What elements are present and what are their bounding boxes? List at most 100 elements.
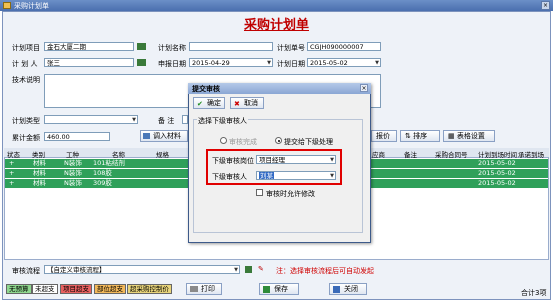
- table-settings-button[interactable]: ▦ 表格设置: [443, 130, 495, 142]
- allow-modify-checkbox[interactable]: [256, 189, 263, 196]
- dialog-close-icon[interactable]: ×: [360, 84, 368, 92]
- planner-field[interactable]: 张三: [44, 58, 134, 67]
- tech-label: 技术说明: [12, 76, 40, 84]
- row-category: 材料: [33, 179, 46, 187]
- close-button[interactable]: 关闭: [329, 283, 367, 295]
- row-trade: N装饰: [64, 159, 82, 167]
- legend-project-over: 项目超支: [60, 284, 92, 294]
- import-icon: [143, 133, 150, 139]
- approval-label: 审核流程: [12, 267, 40, 275]
- allow-modify-label: 审核时允许修改: [266, 190, 315, 198]
- radio-done-label: 审核完成: [229, 138, 257, 146]
- row-category: 材料: [33, 169, 46, 177]
- cancel-button[interactable]: ✖ 取消: [230, 97, 264, 109]
- plandate-label: 计划日期: [277, 60, 305, 68]
- col-name[interactable]: 名称: [112, 149, 125, 159]
- approval-select[interactable]: 【自定义审核流程】: [44, 265, 240, 274]
- confirm-label: 确定: [207, 99, 221, 107]
- planname-label: 计划名称: [158, 44, 186, 52]
- import-material-button[interactable]: 调入材料: [140, 130, 188, 142]
- plantype-label: 计划类型: [12, 117, 40, 125]
- planner-label: 计 划 人: [12, 60, 38, 68]
- legend-no-budget: 无预算: [6, 284, 32, 294]
- window-titlebar: 采购计划单: [0, 0, 553, 11]
- project-label: 计划项目: [12, 44, 40, 52]
- plandate-field[interactable]: 2015-05-02: [307, 58, 381, 67]
- planno-field[interactable]: CGJH090000007: [307, 42, 381, 51]
- select-planner-icon[interactable]: [137, 59, 146, 66]
- import-label: 调入材料: [153, 132, 181, 140]
- row-date: 2015-05-02: [478, 169, 516, 177]
- cross-icon: ✖: [234, 100, 240, 108]
- plantype-select[interactable]: [44, 115, 138, 124]
- expand-icon[interactable]: +: [9, 159, 14, 168]
- col-status[interactable]: 状态: [7, 149, 20, 159]
- row-name: 309胶: [93, 179, 112, 187]
- grid-icon: ▦: [448, 132, 455, 140]
- select-project-icon[interactable]: [137, 43, 146, 50]
- col-plan-date[interactable]: 计划到场时间: [478, 149, 517, 159]
- exit-icon: [333, 286, 340, 293]
- radio-next[interactable]: [275, 137, 282, 144]
- total-value: 460.00: [44, 132, 110, 141]
- post-select[interactable]: 项目经理: [256, 155, 336, 164]
- confirm-button[interactable]: ✔ 确定: [193, 97, 225, 109]
- row-trade: N装饰: [64, 179, 82, 187]
- user-selected-value: 刘某: [259, 172, 274, 180]
- legend-part-over: 部位超支: [94, 284, 126, 294]
- app-icon: [3, 2, 11, 9]
- project-field[interactable]: 金石大厦二期: [44, 42, 134, 51]
- radio-done[interactable]: [220, 137, 227, 144]
- row-date: 2015-05-02: [478, 179, 516, 187]
- close-label: 关闭: [344, 285, 358, 293]
- approval-edit-icon[interactable]: [245, 266, 252, 273]
- cancel-label: 取消: [244, 99, 258, 107]
- legend-not-over: 未超支: [32, 284, 58, 294]
- row-name: 101粘结剂: [93, 159, 125, 167]
- user-select[interactable]: 刘某: [256, 171, 336, 180]
- sort-icon: ⇅: [405, 132, 411, 140]
- close-icon[interactable]: ×: [541, 1, 550, 10]
- expand-icon[interactable]: +: [9, 169, 14, 178]
- window-title: 采购计划单: [14, 2, 49, 10]
- dialog-title: 提交审核: [192, 85, 220, 93]
- col-supplier[interactable]: 应商: [372, 149, 385, 159]
- approval-clear-icon[interactable]: ✎: [258, 265, 264, 273]
- row-category: 材料: [33, 159, 46, 167]
- quote-label: 报价: [376, 132, 390, 140]
- check-icon: ✔: [197, 100, 203, 108]
- total-label: 累计金额: [12, 134, 40, 142]
- col-category[interactable]: 类别: [32, 149, 45, 159]
- planno-label: 计划单号: [277, 44, 305, 52]
- print-button[interactable]: 打印: [186, 283, 222, 295]
- approval-note: 注：选择审核流程后可自动发起: [276, 267, 374, 275]
- approver-group-label: 选择下级审核人: [197, 116, 248, 126]
- applydate-field[interactable]: 2015-04-29: [189, 58, 273, 67]
- user-label: 下级审核人: [212, 173, 247, 181]
- quote-button[interactable]: 报价: [371, 130, 397, 142]
- col-contract[interactable]: 采购合同号: [435, 149, 468, 159]
- post-label: 下级审核岗位: [212, 157, 254, 165]
- row-trade: N装饰: [64, 169, 82, 177]
- expand-icon[interactable]: +: [9, 179, 14, 188]
- sort-label: 排序: [413, 132, 428, 140]
- radio-next-label: 提交给下级处理: [284, 138, 333, 146]
- printer-icon: [190, 286, 198, 292]
- remark-label: 备 注: [158, 117, 175, 125]
- print-label: 打印: [201, 285, 215, 293]
- col-remark[interactable]: 备注: [404, 149, 417, 159]
- col-spec[interactable]: 规格: [156, 149, 169, 159]
- row-date: 2015-05-02: [478, 159, 516, 167]
- table-settings-label: 表格设置: [456, 132, 485, 140]
- form-title: 采购计划单: [243, 18, 309, 33]
- col-trade[interactable]: 工种: [66, 149, 79, 159]
- save-icon: [263, 286, 270, 293]
- record-count: 合计3项: [521, 289, 547, 297]
- col-promise-date[interactable]: 承诺到场: [518, 149, 544, 159]
- applydate-label: 申报日期: [158, 60, 186, 68]
- save-label: 保存: [274, 285, 288, 293]
- sort-button[interactable]: ⇅ 排序: [400, 130, 440, 142]
- planname-field[interactable]: [189, 42, 273, 51]
- save-button[interactable]: 保存: [259, 283, 299, 295]
- legend-price-over: 超采购控制价: [127, 284, 172, 294]
